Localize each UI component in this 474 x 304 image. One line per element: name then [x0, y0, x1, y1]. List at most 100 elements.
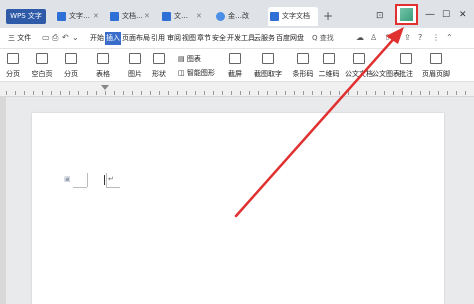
ruler-tick — [33, 91, 34, 95]
ruler-tick — [222, 91, 223, 95]
close-tab-icon[interactable]: ✕ — [196, 9, 202, 24]
blank-page-button[interactable]: 空白页 — [28, 51, 56, 81]
user-avatar[interactable] — [395, 4, 418, 25]
comment-button[interactable]: 批注 — [396, 51, 416, 81]
tab-baidu[interactable]: 百度网盘 — [276, 28, 304, 49]
chart-icon: ▤ — [178, 55, 187, 63]
smart-graphic-button[interactable]: ◫ 智能图形 — [178, 68, 215, 78]
doc-tab-active[interactable]: 文字文档 — [268, 7, 318, 26]
tab-home[interactable]: 开始 — [90, 28, 104, 49]
pagination-button[interactable]: 分页 — [60, 51, 82, 81]
tab-review[interactable]: 审阅 — [167, 28, 181, 49]
document-page[interactable]: ▣ ↵ — [32, 113, 444, 304]
qrcode-button[interactable]: 二维码 — [316, 51, 342, 81]
ruler-tick — [204, 91, 205, 95]
screenshot-button[interactable]: 截屏 — [224, 51, 246, 81]
ruler-tick — [357, 91, 358, 95]
screenshot-text-button[interactable]: 截图取字 — [252, 51, 284, 81]
ruler-tick — [195, 91, 196, 95]
more-icon[interactable]: ⌄ — [72, 32, 79, 44]
doc-icon — [162, 12, 171, 21]
text-cursor — [104, 175, 105, 185]
indent-marker[interactable] — [101, 85, 109, 90]
screenshot-label: 截屏 — [228, 70, 242, 78]
document-workspace: ▣ ↵ — [0, 97, 474, 304]
ruler-tick — [78, 91, 79, 95]
header-footer-button[interactable]: 页眉页脚 — [420, 51, 452, 81]
doc-tab-1[interactable]: 文字… ✕ — [55, 9, 103, 24]
ruler-tick — [339, 91, 340, 95]
left-scrollbar[interactable] — [0, 97, 6, 304]
tab-developer[interactable]: 开发工具 — [227, 28, 255, 49]
close-button[interactable]: ✕ — [459, 9, 467, 21]
cloud-icon[interactable]: ☁ — [356, 32, 364, 44]
picture-label: 图片 — [128, 70, 142, 78]
ruler-tick — [69, 91, 70, 95]
ruler-tick — [312, 91, 313, 95]
page-break-button[interactable]: 分页 — [6, 51, 20, 81]
doc-tab-2[interactable]: 文档… ✕ — [108, 9, 154, 24]
insert-ribbon: 分页 空白页 分页 表格 图片 形状 ▤ 图表 ◫ 智能图形 截屏 截图取字 条… — [0, 49, 474, 82]
maximize-button[interactable]: ☐ — [442, 9, 450, 21]
crop-mark — [106, 173, 107, 187]
save-icon[interactable]: ▭ — [42, 32, 50, 44]
user-icon[interactable]: ♙ — [370, 32, 377, 44]
search-field[interactable]: Q 查找 — [312, 28, 334, 49]
ruler-tick — [159, 91, 160, 95]
tab-chapter[interactable]: 章节 — [197, 28, 211, 49]
close-tab-icon[interactable]: ✕ — [93, 9, 99, 24]
share-icon[interactable]: ⇧ — [384, 32, 391, 44]
ruler-tick — [348, 91, 349, 95]
doc-icon — [110, 12, 119, 21]
table-button[interactable]: 表格 — [90, 51, 116, 81]
tab-references[interactable]: 引用 — [151, 28, 165, 49]
print-icon[interactable]: ⎙ — [52, 32, 58, 44]
official-doc-button[interactable]: 公文文档 — [344, 51, 374, 81]
shape-button[interactable]: 形状 — [148, 51, 170, 81]
ruler-tick — [213, 91, 214, 95]
ruler-tick — [429, 91, 430, 95]
ruler-tick — [177, 91, 178, 95]
ruler-tick — [186, 91, 187, 95]
collapse-icon[interactable]: ⌃ — [446, 32, 453, 44]
barcode-button[interactable]: 条形码 — [290, 51, 316, 81]
ruler-tick — [447, 91, 448, 95]
ruler-tick — [366, 91, 367, 95]
chart-button[interactable]: ▤ 图表 — [178, 54, 201, 64]
tab-page-layout[interactable]: 页面布局 — [122, 28, 150, 49]
ruler-tick — [132, 91, 133, 95]
new-tab-button[interactable]: + — [323, 9, 333, 23]
ruler-tick — [375, 91, 376, 95]
picture-button[interactable]: 图片 — [124, 51, 146, 81]
pagination-icon — [65, 53, 77, 64]
more-options-icon[interactable]: ⋮ — [432, 32, 440, 44]
page-break-label: 分页 — [6, 70, 20, 78]
tab-security[interactable]: 安全 — [212, 28, 226, 49]
doc-tab-label: 文档… — [122, 12, 143, 20]
close-tab-icon[interactable]: ✕ — [144, 9, 150, 24]
official-chart-button[interactable]: 公文图表 — [372, 51, 400, 81]
doc-tab-3[interactable]: 文… ✕ — [160, 9, 206, 24]
wps-app-tab[interactable]: WPS 文字 — [6, 9, 46, 24]
undo-icon[interactable]: ↶ — [62, 32, 69, 44]
tab-insert[interactable]: 插入 — [105, 32, 121, 45]
tab-view[interactable]: 视图 — [182, 28, 196, 49]
ruler-tick — [6, 91, 7, 95]
file-menu[interactable]: 三 文件 — [8, 28, 31, 49]
ruler-tick — [114, 91, 115, 95]
ruler-tick — [231, 91, 232, 95]
layout-icon[interactable]: ⊡ — [376, 10, 384, 22]
minimize-button[interactable]: — — [425, 9, 435, 21]
upload-icon[interactable]: ⇪ — [404, 32, 411, 44]
qrcode-icon — [323, 53, 335, 64]
help-icon[interactable]: ? — [418, 32, 422, 44]
ruler-tick — [42, 91, 43, 95]
avatar-image — [400, 8, 413, 21]
ruler-tick — [51, 91, 52, 95]
tab-cloud[interactable]: 云服务 — [254, 28, 275, 49]
ruler-tick — [24, 91, 25, 95]
doc-tab-4[interactable]: 金…改 — [214, 9, 260, 24]
ruler-tick — [303, 91, 304, 95]
ruler-tick — [420, 91, 421, 95]
horizontal-ruler[interactable] — [0, 82, 474, 97]
